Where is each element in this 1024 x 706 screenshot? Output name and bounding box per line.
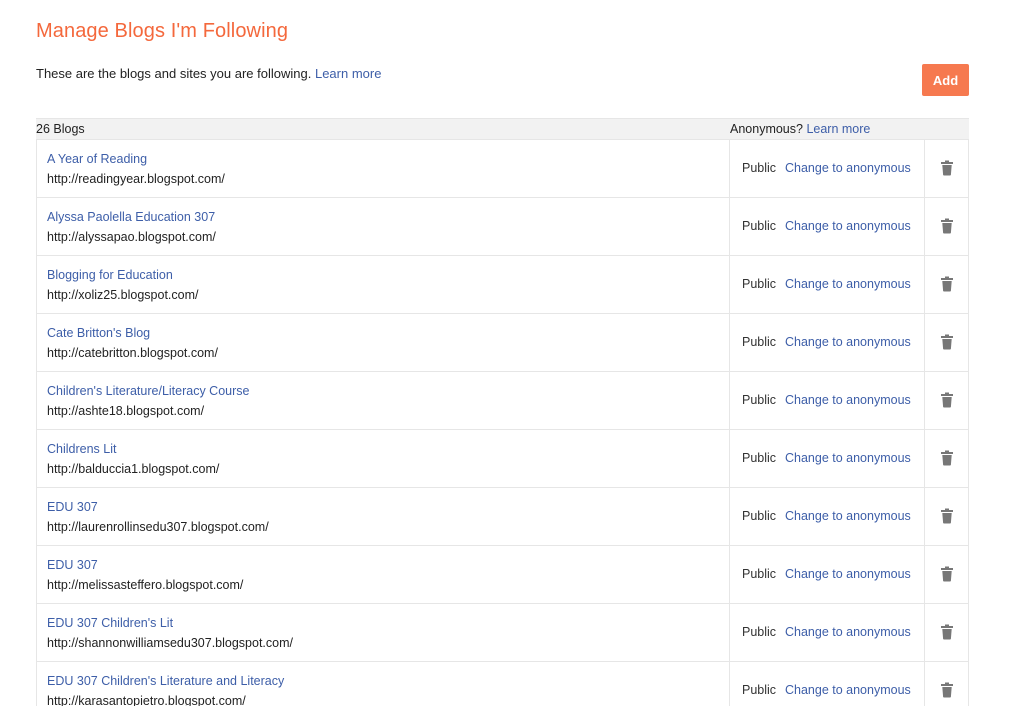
trash-icon[interactable] xyxy=(940,334,954,350)
blog-name-link[interactable]: Childrens Lit xyxy=(47,442,116,456)
blog-name-link[interactable]: A Year of Reading xyxy=(47,152,147,166)
column-divider xyxy=(729,430,730,487)
column-divider xyxy=(924,198,925,255)
blog-count: 26 Blogs xyxy=(36,122,85,136)
column-divider xyxy=(924,662,925,706)
trash-icon[interactable] xyxy=(940,624,954,640)
blog-name-link[interactable]: EDU 307 Children's Lit xyxy=(47,616,173,630)
blog-url: http://readingyear.blogspot.com/ xyxy=(47,172,225,186)
column-divider xyxy=(729,488,730,545)
visibility-status: Public xyxy=(742,219,777,233)
visibility-status: Public xyxy=(742,161,777,175)
column-divider xyxy=(729,662,730,706)
blog-name-link[interactable]: EDU 307 Children's Literature and Litera… xyxy=(47,674,284,688)
anonymous-label: Anonymous? xyxy=(730,122,803,136)
trash-icon[interactable] xyxy=(940,276,954,292)
change-to-anonymous-link[interactable]: Change to anonymous xyxy=(785,625,911,639)
column-divider xyxy=(924,546,925,603)
table-row: EDU 307 http://laurenrollinsedu307.blogs… xyxy=(36,488,969,546)
column-divider xyxy=(729,372,730,429)
blog-url: http://karasantopietro.blogspot.com/ xyxy=(47,694,246,706)
visibility-status: Public xyxy=(742,277,777,291)
table-row: EDU 307 Children's Lit http://shannonwil… xyxy=(36,604,969,662)
anonymous-header: Anonymous? Learn more xyxy=(730,122,870,136)
trash-icon[interactable] xyxy=(940,450,954,466)
change-to-anonymous-link[interactable]: Change to anonymous xyxy=(785,393,911,407)
table-body: A Year of Reading http://readingyear.blo… xyxy=(36,140,969,706)
blog-url: http://alyssapao.blogspot.com/ xyxy=(47,230,216,244)
table-row: Cate Britton's Blog http://catebritton.b… xyxy=(36,314,969,372)
table-row: Blogging for Education http://xoliz25.bl… xyxy=(36,256,969,314)
blog-name-link[interactable]: EDU 307 xyxy=(47,558,98,572)
change-to-anonymous-link[interactable]: Change to anonymous xyxy=(785,509,911,523)
change-to-anonymous-link[interactable]: Change to anonymous xyxy=(785,451,911,465)
column-divider xyxy=(729,256,730,313)
table-row: Children's Literature/Literacy Course ht… xyxy=(36,372,969,430)
blog-name-link[interactable]: Blogging for Education xyxy=(47,268,173,282)
trash-icon[interactable] xyxy=(940,392,954,408)
column-divider xyxy=(924,488,925,545)
visibility-status: Public xyxy=(742,567,777,581)
blog-url: http://xoliz25.blogspot.com/ xyxy=(47,288,199,302)
change-to-anonymous-link[interactable]: Change to anonymous xyxy=(785,567,911,581)
visibility-status: Public xyxy=(742,509,777,523)
trash-icon[interactable] xyxy=(940,682,954,698)
blog-url: http://catebritton.blogspot.com/ xyxy=(47,346,218,360)
anonymous-learn-more-link[interactable]: Learn more xyxy=(806,122,870,136)
blog-name-link[interactable]: Alyssa Paolella Education 307 xyxy=(47,210,215,224)
visibility-status: Public xyxy=(742,335,777,349)
intro-text: These are the blogs and sites you are fo… xyxy=(36,66,381,81)
column-divider xyxy=(924,140,925,197)
visibility-status: Public xyxy=(742,393,777,407)
blog-name-link[interactable]: Children's Literature/Literacy Course xyxy=(47,384,249,398)
column-divider xyxy=(729,314,730,371)
blog-url: http://melissasteffero.blogspot.com/ xyxy=(47,578,244,592)
intro-learn-more-link[interactable]: Learn more xyxy=(315,66,381,81)
blog-name-link[interactable]: EDU 307 xyxy=(47,500,98,514)
column-divider xyxy=(924,430,925,487)
blog-url: http://laurenrollinsedu307.blogspot.com/ xyxy=(47,520,269,534)
trash-icon[interactable] xyxy=(940,508,954,524)
column-divider xyxy=(729,198,730,255)
trash-icon[interactable] xyxy=(940,218,954,234)
visibility-status: Public xyxy=(742,451,777,465)
change-to-anonymous-link[interactable]: Change to anonymous xyxy=(785,683,911,697)
change-to-anonymous-link[interactable]: Change to anonymous xyxy=(785,161,911,175)
intro-description: These are the blogs and sites you are fo… xyxy=(36,66,312,81)
change-to-anonymous-link[interactable]: Change to anonymous xyxy=(785,219,911,233)
table-row: Childrens Lit http://balduccia1.blogspot… xyxy=(36,430,969,488)
add-button[interactable]: Add xyxy=(922,64,969,96)
visibility-status: Public xyxy=(742,683,777,697)
blog-url: http://shannonwilliamsedu307.blogspot.co… xyxy=(47,636,293,650)
column-divider xyxy=(924,256,925,313)
table-row: EDU 307 Children's Literature and Litera… xyxy=(36,662,969,706)
table-row: Alyssa Paolella Education 307 http://aly… xyxy=(36,198,969,256)
change-to-anonymous-link[interactable]: Change to anonymous xyxy=(785,335,911,349)
blog-url: http://ashte18.blogspot.com/ xyxy=(47,404,205,418)
change-to-anonymous-link[interactable]: Change to anonymous xyxy=(785,277,911,291)
table-row: EDU 307 http://melissasteffero.blogspot.… xyxy=(36,546,969,604)
table-row: A Year of Reading http://readingyear.blo… xyxy=(36,140,969,198)
visibility-status: Public xyxy=(742,625,777,639)
column-divider xyxy=(924,604,925,661)
table-header: 26 Blogs Anonymous? Learn more xyxy=(36,118,969,140)
column-divider xyxy=(729,604,730,661)
trash-icon[interactable] xyxy=(940,160,954,176)
manage-blogs-page: Manage Blogs I'm Following These are the… xyxy=(0,0,1024,706)
column-divider xyxy=(729,140,730,197)
blog-name-link[interactable]: Cate Britton's Blog xyxy=(47,326,150,340)
column-divider xyxy=(924,372,925,429)
trash-icon[interactable] xyxy=(940,566,954,582)
page-title: Manage Blogs I'm Following xyxy=(36,20,289,42)
blog-url: http://balduccia1.blogspot.com/ xyxy=(47,462,220,476)
blogs-table: 26 Blogs Anonymous? Learn more A Year of… xyxy=(36,118,969,706)
column-divider xyxy=(924,314,925,371)
column-divider xyxy=(729,546,730,603)
